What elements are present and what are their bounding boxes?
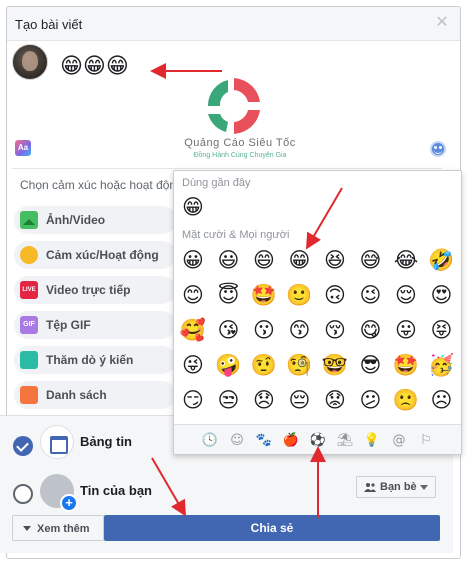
emoji-option[interactable]: 🤨 <box>249 353 279 377</box>
dialog-title: Tạo bài viết <box>15 17 83 32</box>
emoji-option[interactable]: 🤩 <box>249 283 279 307</box>
emoji-option[interactable]: 🥰 <box>178 318 208 342</box>
emoji-option[interactable]: 😒 <box>214 388 244 412</box>
emoji-option[interactable]: 😕 <box>356 388 386 412</box>
emoji-option[interactable]: 😄 <box>249 248 279 272</box>
watermark-tagline: Đồng Hành Cùng Chuyên Gia <box>193 152 287 159</box>
emoji-option[interactable]: 🧐 <box>285 353 315 377</box>
emoji-option[interactable]: 😏 <box>178 388 208 412</box>
emoji-option[interactable]: ☹ <box>427 388 457 412</box>
news-feed-checkbox[interactable] <box>13 436 33 456</box>
emoji-option[interactable]: 🤩 <box>391 353 421 377</box>
emoji-option[interactable]: 😁 <box>285 248 315 272</box>
audience-friends-button[interactable]: Bạn bè <box>356 476 436 498</box>
emoji-option[interactable]: 😅 <box>356 248 386 272</box>
news-feed-icon <box>40 425 74 459</box>
emoji-option[interactable]: 🤪 <box>214 353 244 377</box>
photo-icon <box>20 211 38 229</box>
story-label: Tin của bạn <box>80 483 152 498</box>
emoji-option[interactable]: 😆 <box>320 248 350 272</box>
food-tab-icon[interactable]: 🍎 <box>281 431 301 451</box>
option-list[interactable]: Danh sách <box>14 381 176 409</box>
animals-tab-icon[interactable]: 🐾 <box>254 431 274 451</box>
list-icon <box>20 386 38 404</box>
emoji-option[interactable]: 😀 <box>178 248 208 272</box>
see-more-button[interactable]: Xem thêm <box>12 515 104 541</box>
story-checkbox[interactable] <box>13 484 33 504</box>
emoji-picker: Dùng gần đây 😁 Mặt cười & Mọi người 😀 😃 😄 😁… <box>173 170 462 455</box>
recent-section-title: Dùng gần đây <box>182 177 251 189</box>
avatar <box>12 44 48 80</box>
emoji-option[interactable]: 😗 <box>249 318 279 342</box>
plus-icon: + <box>60 494 78 512</box>
objects-tab-icon[interactable]: 💡 <box>362 431 382 451</box>
option-label: Ảnh/Video <box>46 213 106 227</box>
emoji-option[interactable]: 😋 <box>356 318 386 342</box>
emoji-option[interactable]: 😎 <box>356 353 386 377</box>
option-feeling-activity[interactable]: Cảm xúc/Hoạt động <box>14 241 176 269</box>
emoji-option[interactable]: 😛 <box>391 318 421 342</box>
emoji-option[interactable]: 😍 <box>427 283 457 307</box>
emoji-option[interactable]: 😟 <box>320 388 350 412</box>
emoji-option[interactable]: 😌 <box>391 283 421 307</box>
emoji-option[interactable]: 😘 <box>214 318 244 342</box>
emoji-option[interactable]: 😙 <box>285 318 315 342</box>
option-label: Danh sách <box>46 388 107 402</box>
emoji-category-tabs: 🕓 ☺ 🐾 🍎 ⚽ ⛱ 💡 @ ⚐ <box>174 424 461 454</box>
emoji-option[interactable]: 😇 <box>214 283 244 307</box>
feeling-placeholder: Chọn cảm xúc hoặc hoạt động <box>20 178 183 192</box>
option-live-video[interactable]: LIVE Video trực tiếp <box>14 276 176 304</box>
emoji-option[interactable]: 😔 <box>285 388 315 412</box>
emoji-option[interactable]: 😞 <box>249 388 279 412</box>
dialog-header: Tạo bài viết ✕ <box>7 7 460 41</box>
recent-tab-icon[interactable]: 🕓 <box>200 431 220 451</box>
emoji-option[interactable]: 🤓 <box>320 353 350 377</box>
emoji-option[interactable]: 😝 <box>427 318 457 342</box>
close-icon[interactable]: ✕ <box>434 15 450 31</box>
chevron-down-icon <box>23 526 31 531</box>
option-gif[interactable]: GIF Tệp GIF <box>14 311 176 339</box>
audience-label: Bạn bè <box>380 481 417 493</box>
post-text-input[interactable]: 😁😁😁 <box>60 54 129 80</box>
emoji-option[interactable]: 😜 <box>178 353 208 377</box>
chevron-down-icon <box>420 485 428 490</box>
watermark-brand: Quảng Cáo Siêu Tốc <box>184 137 296 149</box>
travel-tab-icon[interactable]: ⛱ <box>335 431 355 451</box>
emoji-option[interactable]: 😂 <box>391 248 421 272</box>
emoji-option[interactable]: 🙂 <box>285 283 315 307</box>
emoji-option[interactable]: 😚 <box>320 318 350 342</box>
news-feed-label: Bảng tin <box>80 434 132 449</box>
emoji-option[interactable]: 🤣 <box>427 248 457 272</box>
emoji-option[interactable]: 😊 <box>178 283 208 307</box>
emoji-option[interactable]: 🙃 <box>320 283 350 307</box>
see-more-label: Xem thêm <box>37 523 90 535</box>
option-label: Video trực tiếp <box>46 283 131 297</box>
activity-tab-icon[interactable]: ⚽ <box>308 431 328 451</box>
option-label: Thăm dò ý kiến <box>46 353 134 367</box>
emoji-option[interactable]: 😉 <box>356 283 386 307</box>
symbols-tab-icon[interactable]: @ <box>389 431 409 451</box>
live-icon: LIVE <box>20 281 38 299</box>
feeling-icon <box>20 246 38 264</box>
emoji-option[interactable]: 🙁 <box>391 388 421 412</box>
option-label: Tệp GIF <box>46 318 91 332</box>
smileys-tab-icon[interactable]: ☺ <box>227 431 247 451</box>
text-format-button[interactable]: Aa <box>15 140 31 156</box>
poll-icon <box>20 351 38 369</box>
option-poll[interactable]: Thăm dò ý kiến <box>14 346 176 374</box>
gif-icon: GIF <box>20 316 38 334</box>
emoji-option[interactable]: 😃 <box>214 248 244 272</box>
watermark-logo-icon <box>207 78 260 134</box>
option-photo-video[interactable]: Ảnh/Video <box>14 206 176 234</box>
smileys-section-title: Mặt cười & Mọi người <box>182 229 290 241</box>
emoji-icon[interactable] <box>430 141 446 157</box>
share-button[interactable]: Chia sẻ <box>104 515 440 541</box>
option-label: Cảm xúc/Hoạt động <box>46 248 159 262</box>
emoji-option[interactable]: 🥳 <box>427 353 457 377</box>
recent-emoji[interactable]: 😁 <box>178 195 208 219</box>
people-icon <box>364 483 376 492</box>
flags-tab-icon[interactable]: ⚐ <box>416 431 436 451</box>
